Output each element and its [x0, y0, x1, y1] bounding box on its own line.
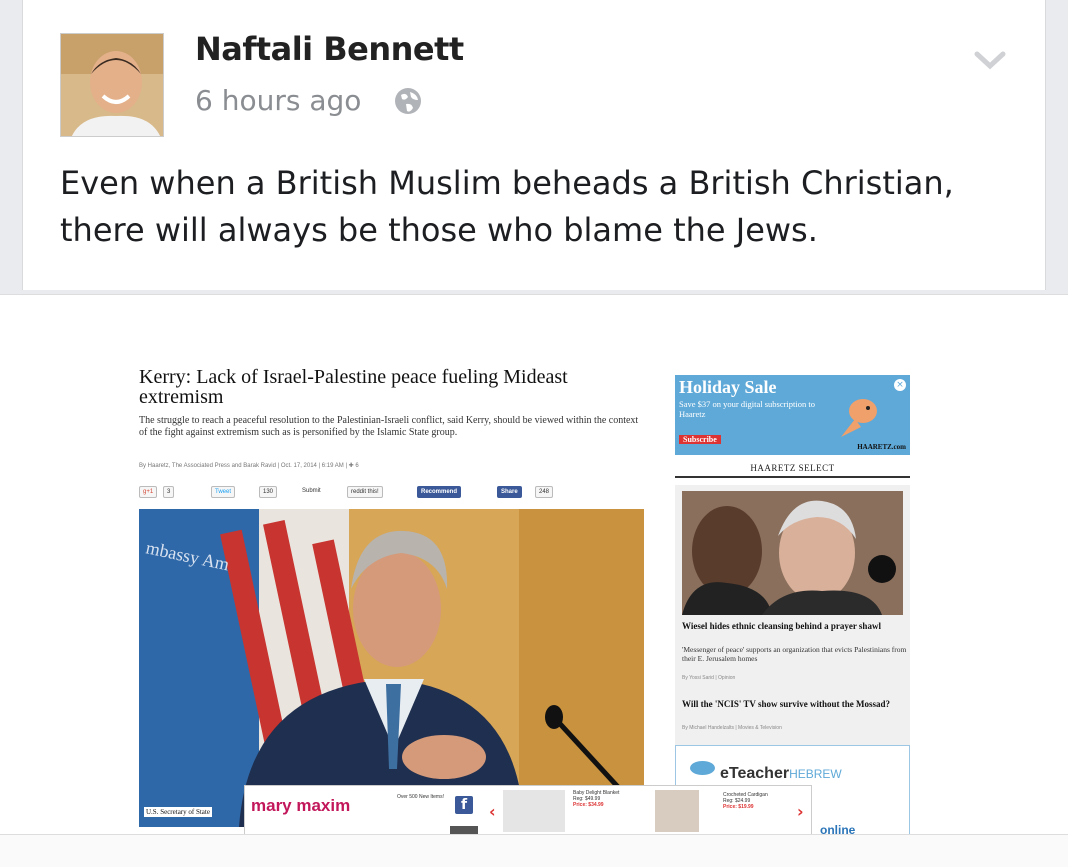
- product-2[interactable]: Crocheted Cardigan Reg: $24.99 Price: $1…: [723, 792, 793, 810]
- share-buttons: g+1 3 Tweet 130 Submit reddit this! Reco…: [139, 486, 659, 500]
- story2-title[interactable]: Will the 'NCIS' TV show survive without …: [682, 699, 907, 710]
- holiday-sale-ad[interactable]: Holiday Sale Save $37 on your digital su…: [675, 375, 910, 455]
- post-text: Even when a British Muslim beheads a Bri…: [60, 164, 954, 249]
- product-thumb-cardigan[interactable]: [655, 790, 699, 832]
- eteacher-logo-icon: [690, 761, 715, 775]
- close-icon[interactable]: ×: [894, 379, 906, 391]
- share-count: 248: [535, 486, 554, 498]
- shared-image[interactable]: Kerry: Lack of Israel-Palestine peace fu…: [0, 294, 1068, 837]
- chevron-down-icon[interactable]: [973, 48, 1007, 72]
- article-photo[interactable]: mbassy Am: [139, 509, 644, 827]
- subscribe-button[interactable]: Subscribe: [679, 435, 721, 444]
- avatar[interactable]: [60, 33, 164, 137]
- share-button[interactable]: Share: [497, 486, 522, 498]
- ad-text: Save $37 on your digital subscription to…: [679, 399, 815, 419]
- article-byline: By Haaretz, The Associated Press and Bar…: [139, 463, 359, 469]
- bottom-strip: [0, 834, 1068, 867]
- tweet-count: 130: [259, 486, 278, 498]
- submit-button[interactable]: Submit: [299, 486, 324, 498]
- prev-arrow-icon[interactable]: ‹: [489, 802, 496, 821]
- article-dek: The struggle to reach a peaceful resolut…: [139, 415, 639, 438]
- product-thumb-blanket[interactable]: [503, 790, 565, 832]
- globe-icon[interactable]: [393, 86, 423, 116]
- post-author[interactable]: Naftali Bennett: [195, 30, 464, 68]
- wiesel-obama-photo: [682, 491, 903, 615]
- gplus-count: 3: [163, 486, 175, 498]
- product-1-price: Price: $34.99: [573, 802, 604, 808]
- fish-icon: [841, 399, 877, 437]
- eteacher-name: eTeacher: [720, 765, 790, 782]
- post-timestamp[interactable]: 6 hours ago: [195, 84, 361, 117]
- recommend-button[interactable]: Recommend: [417, 486, 462, 498]
- tweet-button[interactable]: Tweet: [211, 486, 236, 498]
- ad-promo: Over 500 New Items!: [397, 794, 444, 800]
- reddit-button[interactable]: reddit this!: [347, 486, 383, 498]
- story-image[interactable]: [682, 491, 903, 615]
- ad-title: Holiday Sale: [679, 377, 777, 397]
- mary-maxim-ad[interactable]: mary maxim Over 500 New Items! f ‹ Baby …: [244, 785, 812, 836]
- next-arrow-icon[interactable]: ›: [797, 802, 804, 821]
- article-headline[interactable]: Kerry: Lack of Israel-Palestine peace fu…: [139, 367, 639, 407]
- kerry-photo-illustration: mbassy Am: [139, 509, 644, 827]
- story1-byline: By Yossi Sarid | Opinion: [682, 675, 736, 681]
- post-card: Naftali Bennett 6 hours ago Even when a …: [22, 0, 1046, 290]
- facebook-icon[interactable]: f: [455, 796, 473, 814]
- story1-desc: 'Messenger of peace' supports an organiz…: [682, 645, 907, 663]
- product-2-price: Price: $19.99: [723, 804, 754, 810]
- eteacher-brand: eTeacherHEBREW: [720, 765, 842, 783]
- gplus-button[interactable]: g+1: [139, 486, 158, 498]
- photo-caption: U.S. Secretary of State: [144, 807, 212, 817]
- story1-title[interactable]: Wiesel hides ethnic cleansing behind a p…: [682, 621, 907, 632]
- mary-maxim-logo: mary maxim: [251, 796, 351, 815]
- section-heading: HAARETZ SELECT: [675, 463, 910, 478]
- product-1[interactable]: Baby Delight Blanket Reg: $49.99 Price: …: [573, 790, 633, 808]
- avatar-photo: [61, 34, 163, 136]
- ad-brand: HAARETZ.com: [857, 443, 906, 451]
- eteacher-suffix: HEBREW: [789, 767, 842, 781]
- story2-byline: By Michael Handelzalts | Movies & Televi…: [682, 725, 782, 731]
